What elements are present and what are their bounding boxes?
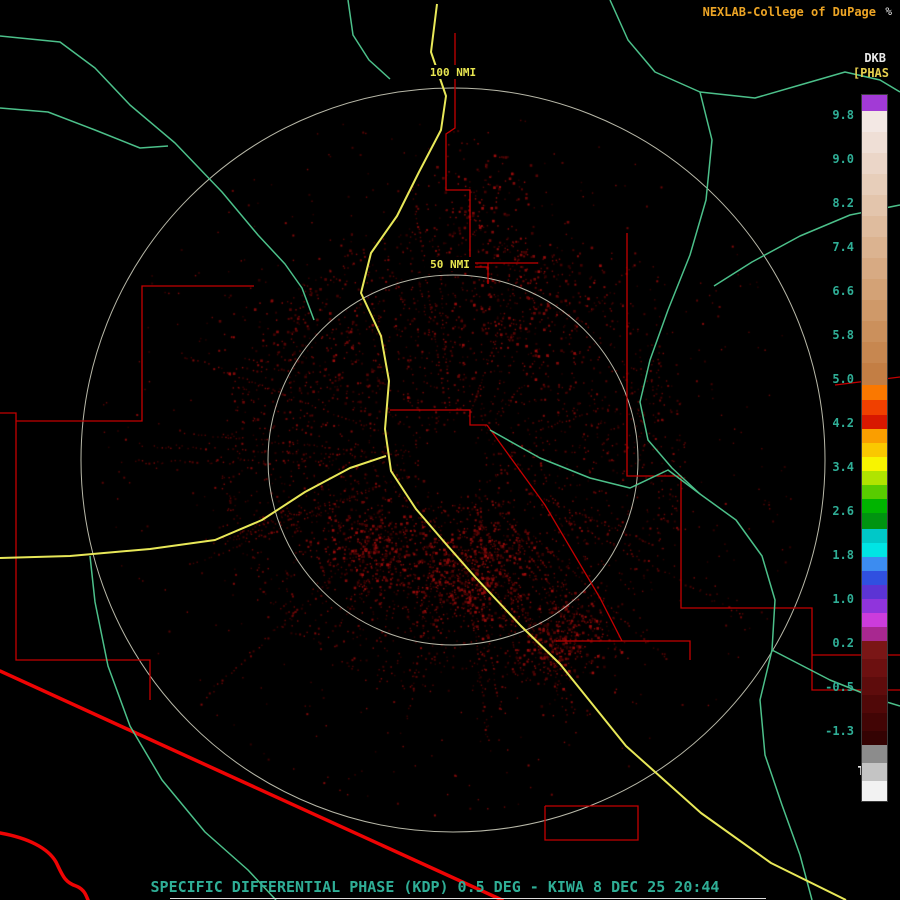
colorbar-segment	[862, 300, 887, 321]
colorbar-segment	[862, 385, 887, 400]
colorbar-segment	[862, 363, 887, 385]
colorbar-tick-label: 5.8	[832, 328, 854, 342]
colorbar-segment	[862, 174, 887, 195]
colorbar-segment	[862, 731, 887, 745]
colorbar-segment	[862, 132, 887, 153]
road-green	[489, 429, 701, 495]
radar-display: 100 NMI 50 NMI NEXLAB-College of DuPage %…	[0, 0, 900, 900]
colorbar-segment	[862, 111, 887, 132]
colorbar-segment	[862, 543, 887, 557]
colorbar-segment	[862, 627, 887, 641]
cursor-glyph: %	[885, 5, 892, 18]
colorbar-segment	[862, 529, 887, 543]
road-green	[347, 0, 391, 80]
colorbar-segment	[862, 695, 887, 713]
colorbar-tick-label: 7.4	[832, 240, 854, 254]
road-green	[0, 35, 315, 321]
colorbar-segment	[862, 153, 887, 174]
colorbar-segment	[862, 659, 887, 677]
status-bar: SPECIFIC DIFFERENTIAL PHASE (KDP) 0.5 DE…	[150, 878, 720, 896]
colorbar-segment	[862, 237, 887, 258]
range-ring	[80, 87, 826, 833]
colorbar-segment	[862, 641, 887, 659]
colorbar-segment	[862, 400, 887, 415]
radar-map-overlay: 100 NMI 50 NMI	[0, 0, 900, 900]
colorbar-tick-label: 2.6	[832, 504, 854, 518]
colorbar-segment	[862, 557, 887, 571]
colorbar-segment	[862, 429, 887, 443]
colorbar-segment	[862, 713, 887, 731]
colorbar-segment	[862, 763, 887, 781]
colorbar-segment	[862, 415, 887, 429]
ring-label: 100 NMI	[430, 66, 476, 79]
colorbar-unit-label: [PHAS	[852, 66, 889, 80]
colorbar-tick-label: 6.6	[832, 284, 854, 298]
county-line	[626, 233, 900, 691]
colorbar-segment	[862, 485, 887, 499]
colorbar-unit-top: DKB	[864, 51, 886, 65]
colorbar-segment	[862, 781, 887, 801]
colorbar-segment	[862, 216, 887, 237]
road-green	[89, 555, 277, 900]
colorbar-tick-label: 0.2	[832, 636, 854, 650]
county-line	[16, 285, 254, 422]
colorbar-tick-label: 4.2	[832, 416, 854, 430]
colorbar-tick-label: 3.4	[832, 460, 854, 474]
road-yellow	[0, 455, 387, 559]
county-line	[390, 409, 487, 426]
colorbar-segment	[862, 571, 887, 585]
road-yellow	[360, 3, 847, 900]
colorbar-segment	[862, 513, 887, 529]
colorbar-segment	[862, 599, 887, 613]
colorbar-segment	[862, 279, 887, 300]
colorbar-tick-label: 9.0	[832, 152, 854, 166]
colorbar-tick-label: 5.0	[832, 372, 854, 386]
county-line	[486, 424, 623, 642]
colorbar-segment	[862, 195, 887, 216]
colorbar-segment	[862, 499, 887, 513]
colorbar-segment	[862, 342, 887, 363]
colorbar-segment	[862, 258, 887, 279]
colorbar-segment	[862, 321, 887, 342]
colorbar-segment	[862, 745, 887, 763]
status-underline	[170, 898, 766, 899]
colorbar-segment	[862, 95, 887, 111]
county-line	[544, 805, 639, 841]
colorbar-tick-label: -1.3	[825, 724, 854, 738]
colorbar-tick-label: 9.8	[832, 108, 854, 122]
border-line	[0, 669, 504, 900]
colorbar-tick-label: 1.8	[832, 548, 854, 562]
brand-text: NEXLAB-College of DuPage	[702, 5, 876, 19]
colorbar-tick-label: 1.0	[832, 592, 854, 606]
colorbar-tick-label: -0.5	[825, 680, 854, 694]
ring-label: 50 NMI	[430, 258, 470, 271]
range-ring	[267, 274, 639, 646]
colorbar-segment	[862, 677, 887, 695]
colorbar-tick-label: 8.2	[832, 196, 854, 210]
road-green	[0, 107, 169, 149]
colorbar-segment	[862, 443, 887, 457]
colorbar-segment	[862, 613, 887, 627]
county-line	[556, 640, 691, 660]
road-green	[639, 91, 813, 900]
colorbar-segment	[862, 471, 887, 485]
colorbar	[861, 94, 888, 802]
colorbar-segment	[862, 457, 887, 471]
colorbar-segment	[862, 585, 887, 599]
